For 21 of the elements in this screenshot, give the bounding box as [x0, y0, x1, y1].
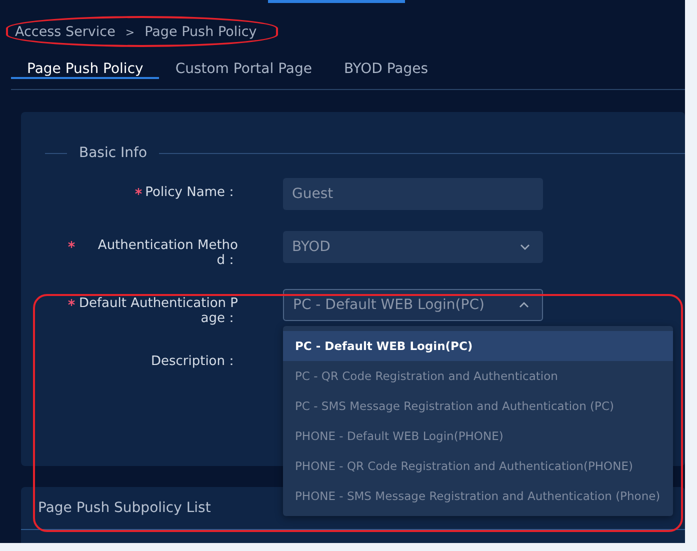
- tab[interactable]: Page Push Policy: [11, 61, 160, 79]
- tab[interactable]: Custom Portal Page: [159, 61, 328, 79]
- select-field[interactable]: PC - Default WEB Login(PC): [283, 289, 543, 321]
- dropdown-option[interactable]: PC - Default WEB Login(PC): [283, 331, 673, 361]
- field-label: Default Authentication Page：: [78, 296, 238, 326]
- dropdown-option[interactable]: PHONE - QR Code Registration and Authentication(PHONE): [283, 451, 673, 481]
- text-field[interactable]: Guest: [283, 178, 543, 210]
- field-label: Description：: [150, 354, 238, 369]
- breadcrumb-item: Page Push Policy: [144, 24, 257, 40]
- field-label: Policy Name：: [145, 185, 238, 200]
- field-label: Authentication Method：: [96, 238, 238, 268]
- tab[interactable]: BYOD Pages: [328, 61, 444, 79]
- breadcrumb-item[interactable]: Access Service: [15, 24, 116, 40]
- dropdown-option[interactable]: PHONE - SMS Message Registration and Authentication (Phone): [283, 481, 673, 511]
- dropdown-option[interactable]: PC - SMS Message Registration and Authentication (PC): [283, 391, 673, 421]
- dropdown-option[interactable]: PHONE - Default WEB Login(PHONE): [283, 421, 673, 451]
- breadcrumb-separator: >: [125, 26, 135, 38]
- dropdown-option[interactable]: PC - QR Code Registration and Authentication: [283, 361, 673, 391]
- panel-title: Page Push Subpolicy List: [38, 500, 211, 516]
- select-field[interactable]: BYOD: [283, 231, 543, 263]
- section-title: Basic Info: [79, 145, 148, 161]
